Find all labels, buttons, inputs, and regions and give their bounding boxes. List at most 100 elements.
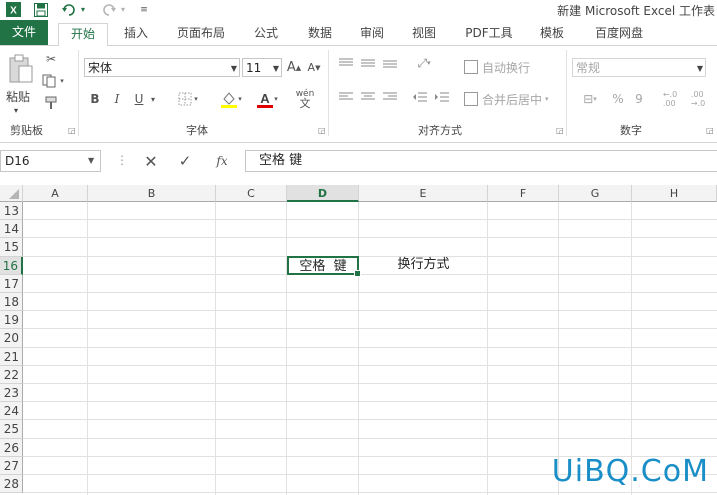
tab-view[interactable]: 视图 <box>400 23 448 44</box>
underline-dropdown-icon[interactable]: ▾ <box>148 90 158 108</box>
increase-indent-icon[interactable] <box>434 90 450 104</box>
row-gridline <box>23 237 717 239</box>
font-name-combo[interactable]: 宋体 ▼ <box>84 58 240 77</box>
formula-input[interactable]: 空格 键 <box>245 150 717 172</box>
row-gridline <box>23 328 717 330</box>
separator <box>566 50 567 136</box>
tab-baidu-netdisk[interactable]: 百度网盘 <box>586 23 652 44</box>
column-header-b[interactable]: B <box>88 185 216 202</box>
decrease-indent-icon[interactable] <box>412 90 428 104</box>
row-header-28[interactable]: 28 <box>0 475 23 494</box>
row-header-17[interactable]: 17 <box>0 274 23 293</box>
column-header-a[interactable]: A <box>23 185 88 202</box>
decrease-decimal-icon[interactable]: .00 →.0 <box>688 88 708 110</box>
orientation-icon[interactable]: ⤢ ▾ <box>410 54 438 72</box>
underline-button[interactable]: U <box>132 90 146 108</box>
phonetic-icon[interactable]: wén 文 <box>294 86 316 112</box>
wrap-text-button[interactable]: 自动换行 <box>464 58 530 76</box>
row-gridline <box>23 346 717 348</box>
row-header-16[interactable]: 16 <box>0 256 23 275</box>
column-header-c[interactable]: C <box>216 185 287 202</box>
column-header-f[interactable]: F <box>488 185 559 202</box>
tab-pdf-tools[interactable]: PDF工具 <box>458 23 520 44</box>
clipboard-launcher-icon[interactable]: ◲ <box>68 126 76 135</box>
column-gridline <box>87 202 88 495</box>
tab-home[interactable]: 开始 <box>58 23 108 46</box>
border-icon[interactable]: ▾ <box>174 90 202 108</box>
row-header-27[interactable]: 27 <box>0 456 23 475</box>
accounting-format-icon[interactable]: ⊟ ▾ <box>576 90 604 108</box>
tab-page-layout[interactable]: 页面布局 <box>168 23 234 44</box>
tab-data[interactable]: 数据 <box>296 23 344 44</box>
insert-function-button[interactable]: fx <box>208 151 236 171</box>
name-box[interactable]: D16 <box>0 150 101 172</box>
column-header-g[interactable]: G <box>559 185 632 202</box>
redo-icon[interactable] <box>100 1 118 18</box>
align-top-icon[interactable] <box>338 56 354 70</box>
column-header-d[interactable]: D <box>287 185 359 202</box>
row-gridline <box>23 383 717 384</box>
percent-button[interactable]: % <box>610 90 626 108</box>
chevron-down-icon: ▼ <box>272 64 279 73</box>
column-header-h[interactable]: H <box>632 185 717 202</box>
name-box-dropdown-icon[interactable]: ▼ <box>88 156 94 165</box>
column-header-e[interactable]: E <box>359 185 488 202</box>
column-gridline <box>487 202 488 495</box>
grow-font-icon[interactable]: A ▲ <box>286 58 302 77</box>
font-launcher-icon[interactable]: ◲ <box>318 126 326 135</box>
row-header-15[interactable]: 15 <box>0 238 23 257</box>
row-header-22[interactable]: 22 <box>0 365 23 384</box>
tab-review[interactable]: 审阅 <box>348 23 396 44</box>
tab-formulas[interactable]: 公式 <box>242 23 290 44</box>
row-header-19[interactable]: 19 <box>0 311 23 330</box>
paste-label[interactable]: 粘贴 <box>6 88 30 105</box>
row-header-18[interactable]: 18 <box>0 293 23 312</box>
number-launcher-icon[interactable]: ◲ <box>706 126 714 135</box>
comma-style-button[interactable]: 9 <box>632 90 646 108</box>
row-header-23[interactable]: 23 <box>0 384 23 403</box>
align-center-icon[interactable] <box>360 90 376 104</box>
align-bottom-icon[interactable] <box>382 56 398 70</box>
paste-icon[interactable] <box>6 52 36 86</box>
column-gridline <box>286 202 287 495</box>
format-painter-icon[interactable] <box>42 94 60 112</box>
cancel-icon[interactable]: ✕ <box>138 151 164 171</box>
font-size-combo[interactable]: 11 ▼ <box>242 58 282 77</box>
select-all-corner[interactable] <box>0 185 23 202</box>
cut-icon[interactable]: ✂ <box>42 50 60 68</box>
cell-e16[interactable]: 换行方式 <box>359 256 488 275</box>
paste-dropdown-icon[interactable]: ▾ <box>14 106 18 115</box>
row-header-24[interactable]: 24 <box>0 402 23 421</box>
alignment-launcher-icon[interactable]: ◲ <box>556 126 564 135</box>
row-header-21[interactable]: 21 <box>0 347 23 366</box>
shrink-font-icon[interactable]: A ▼ <box>306 58 322 77</box>
enter-icon[interactable]: ✓ <box>172 151 198 171</box>
save-icon[interactable] <box>32 1 50 18</box>
increase-decimal-icon[interactable]: ←.0.00 <box>660 88 680 110</box>
row-header-20[interactable]: 20 <box>0 329 23 348</box>
align-left-icon[interactable] <box>338 90 354 104</box>
font-color-icon[interactable]: A ▾ <box>252 88 282 110</box>
undo-dropdown-icon[interactable]: ▾ <box>78 1 88 18</box>
tab-templates[interactable]: 模板 <box>528 23 576 44</box>
merge-center-button[interactable]: 合并后居中 ▾ <box>464 90 549 108</box>
row-header-25[interactable]: 25 <box>0 420 23 439</box>
italic-button[interactable]: I <box>110 90 124 108</box>
align-right-icon[interactable] <box>382 90 398 104</box>
redo-dropdown-icon[interactable]: ▾ <box>118 1 128 18</box>
align-middle-icon[interactable] <box>360 56 376 70</box>
row-header-13[interactable]: 13 <box>0 202 23 221</box>
tab-insert[interactable]: 插入 <box>112 23 160 44</box>
fill-color-icon[interactable]: ▾ <box>216 88 246 110</box>
bold-button[interactable]: B <box>88 90 102 108</box>
number-format-combo[interactable]: 常规 ▼ <box>572 58 706 77</box>
tab-file[interactable]: 文件 <box>0 20 48 45</box>
row-header-14[interactable]: 14 <box>0 220 23 239</box>
customize-icon[interactable]: ≡ <box>138 1 150 18</box>
cell-d16[interactable]: 空格 键 <box>287 255 361 277</box>
number-group-label: 数字 <box>620 124 642 137</box>
row-header-26[interactable]: 26 <box>0 438 23 457</box>
copy-icon[interactable]: ▾ <box>42 72 64 90</box>
merge-center-icon <box>464 92 478 106</box>
undo-icon[interactable] <box>60 1 78 18</box>
